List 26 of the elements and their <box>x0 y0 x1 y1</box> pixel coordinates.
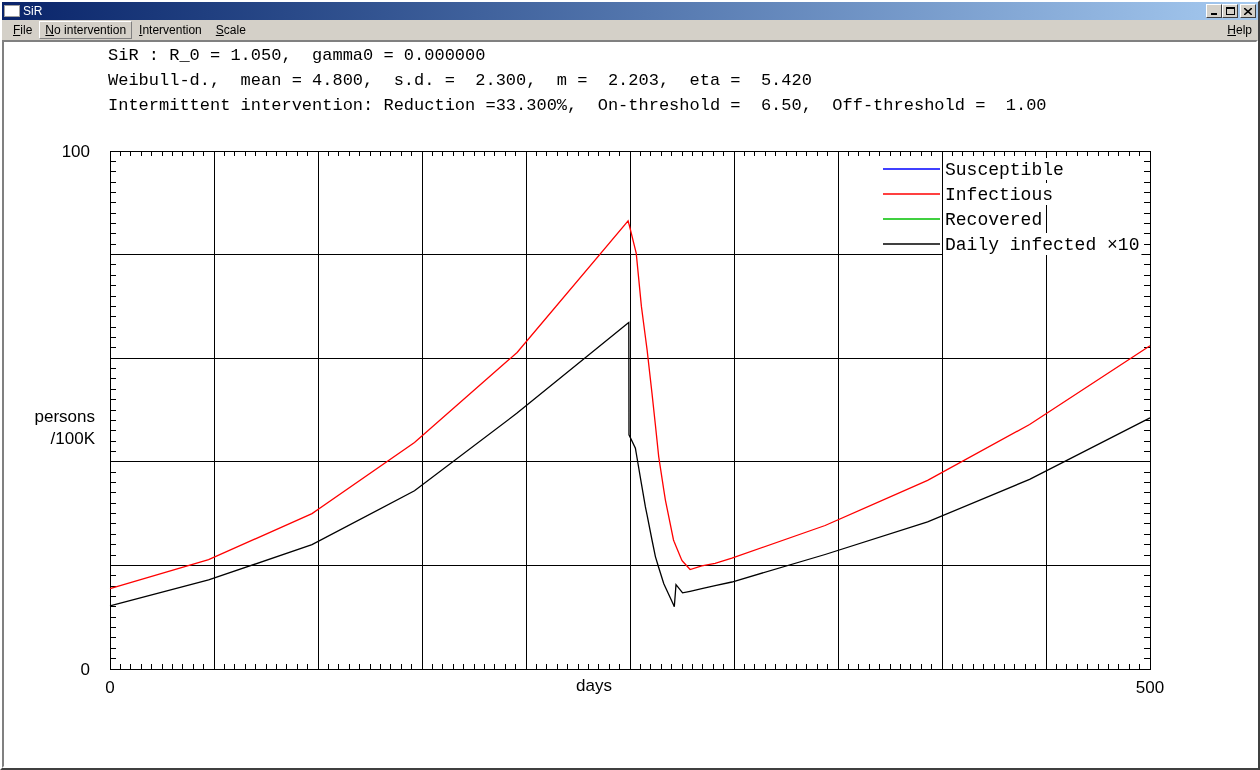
maximize-button[interactable] <box>1222 4 1238 18</box>
axis-tick-label: 0 <box>105 678 115 697</box>
parameter-line: SiR : R_0 = 1.050, gamma0 = 0.000000 <box>108 46 486 65</box>
close-icon <box>1244 7 1252 15</box>
y-axis-label: persons /100K <box>34 407 95 448</box>
window-title: SiR <box>23 5 43 17</box>
minimize-icon <box>1211 13 1217 15</box>
minimize-button[interactable] <box>1206 4 1222 18</box>
parameter-line: Intermittent intervention: Reduction =33.300%, On-threshold = 6.50, Off-threshold = 1.00 <box>108 96 1047 115</box>
legend-label: Infectious <box>945 185 1054 205</box>
axis-tick-label: 500 <box>1135 678 1165 697</box>
menu-item[interactable]: Intervention <box>132 21 209 39</box>
legend-label: Susceptible <box>945 160 1064 180</box>
menu-item[interactable]: No intervention <box>39 21 133 39</box>
axis-tick-label: 0 <box>80 660 90 679</box>
legend-label: Recovered <box>945 210 1043 230</box>
maximize-icon <box>1225 7 1235 15</box>
legend-label: Daily infected ×10 <box>945 235 1140 255</box>
window-icon <box>4 5 20 17</box>
axis-tick-label: 100 <box>61 142 90 161</box>
close-button[interactable] <box>1240 4 1256 18</box>
help-menu[interactable]: Help <box>1221 21 1258 39</box>
menu-item[interactable]: File <box>6 21 40 39</box>
x-axis-label: days <box>576 676 612 695</box>
parameter-line: Weibull-d., mean = 4.800, s.d. = 2.300, m = 2.203, eta = 5.420 <box>108 71 812 90</box>
menu-item[interactable]: Scale <box>208 21 253 39</box>
